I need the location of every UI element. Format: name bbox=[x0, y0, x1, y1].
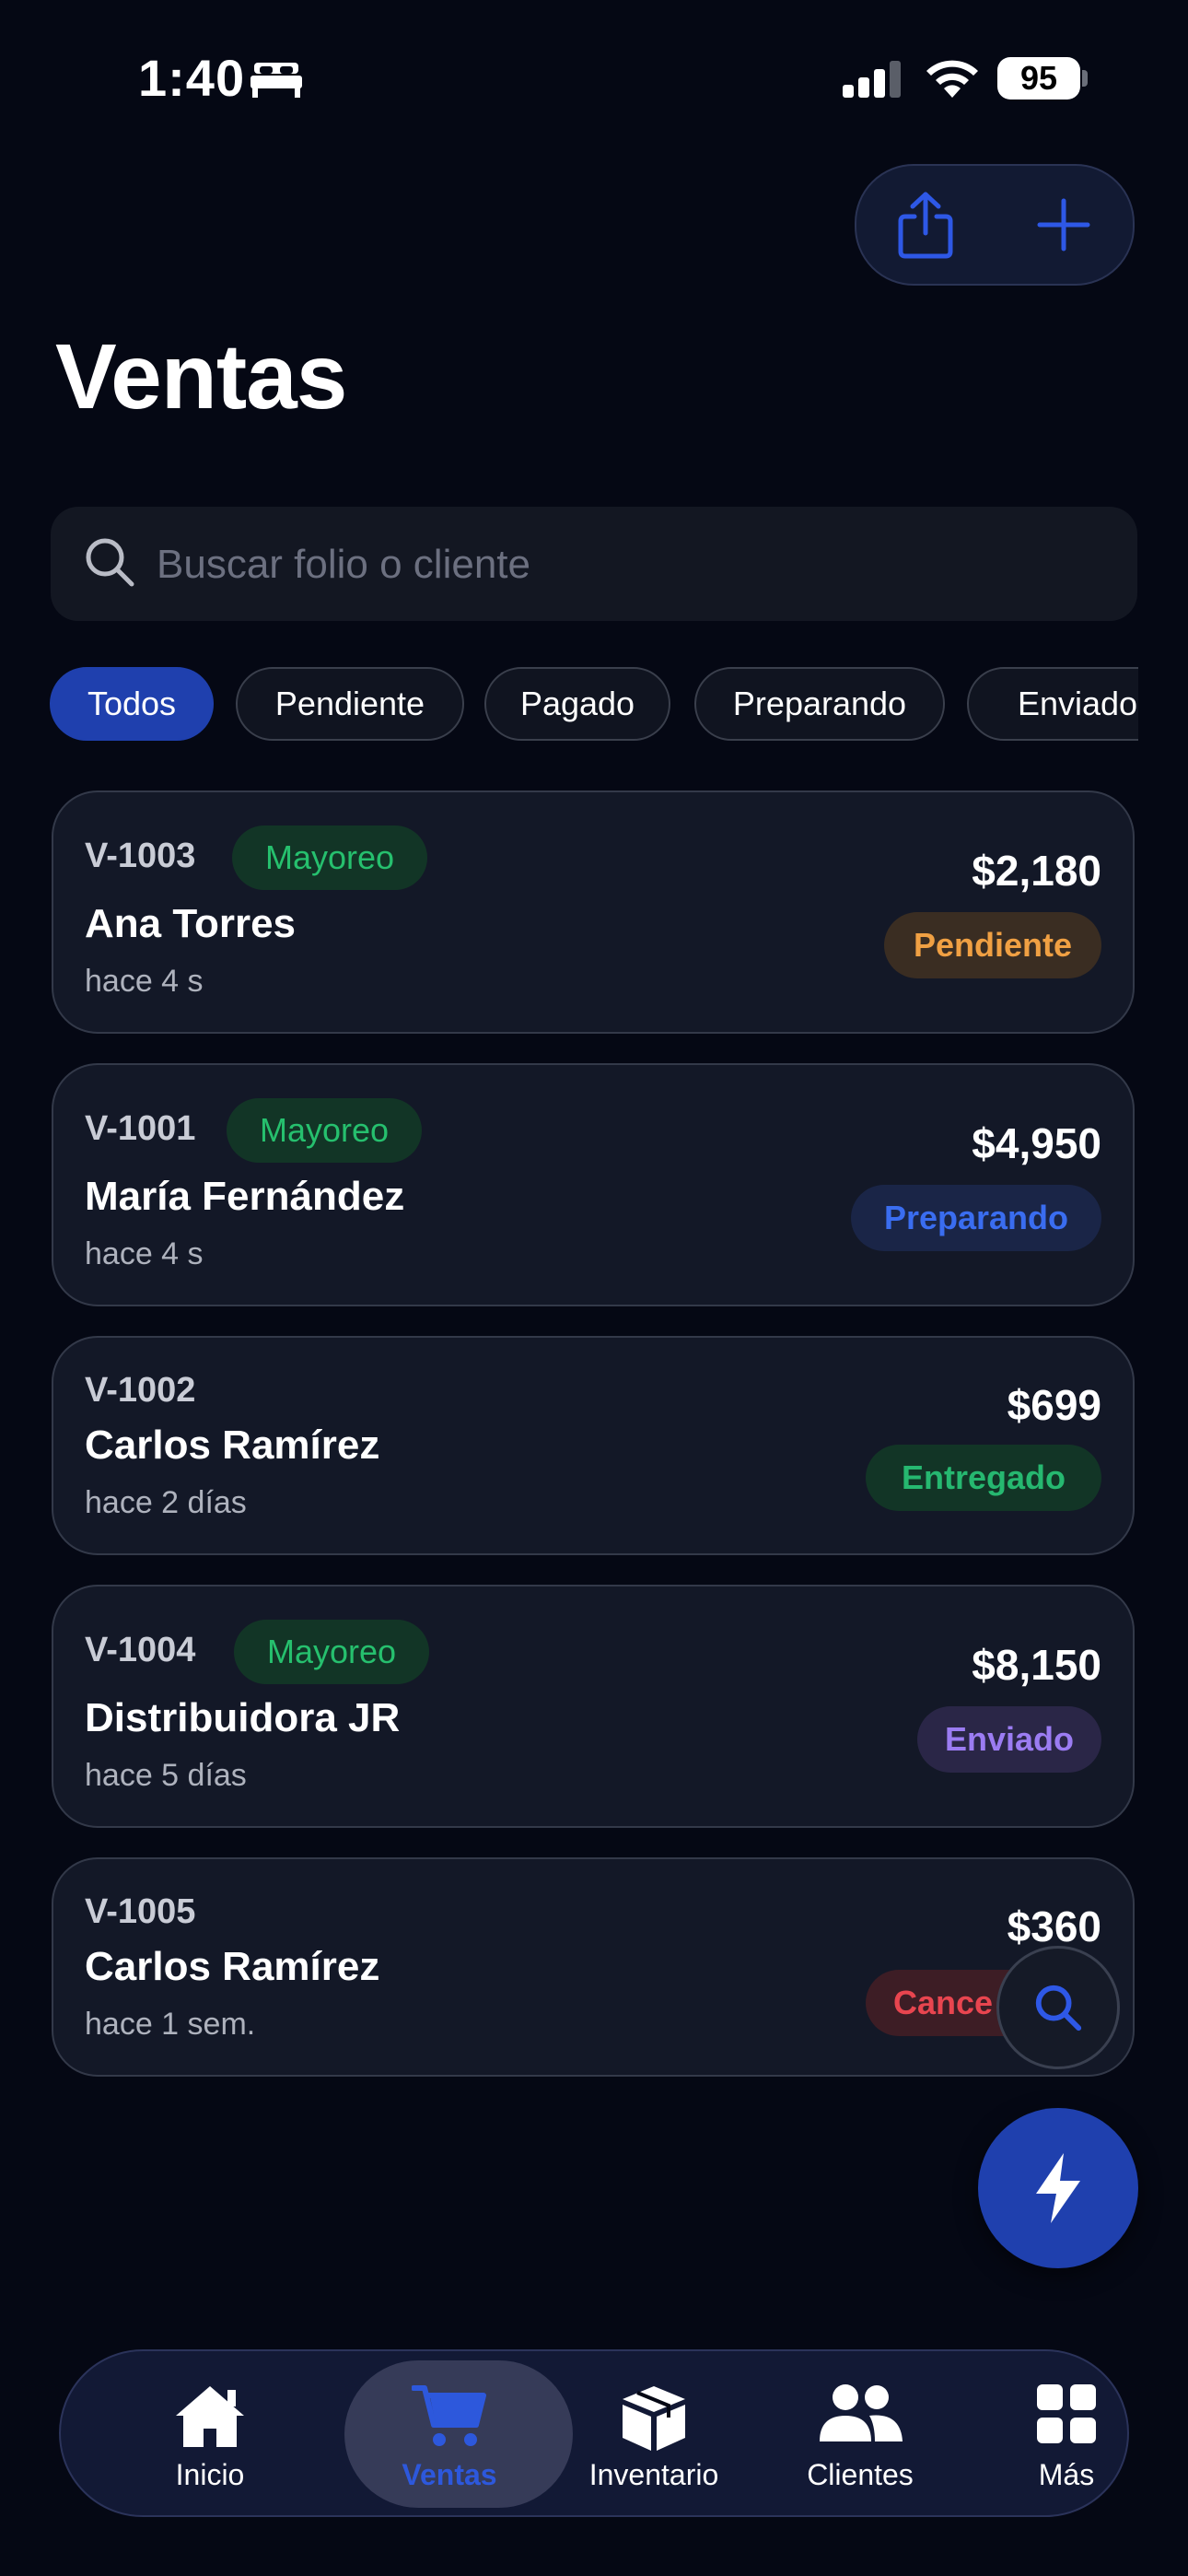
grid-icon bbox=[1037, 2384, 1096, 2443]
sale-client: María Fernández bbox=[85, 1174, 405, 1219]
sale-card[interactable]: V-1003 Mayoreo Ana Torres hace 4 s $2,18… bbox=[52, 790, 1135, 1034]
sale-amount: $699 bbox=[1007, 1381, 1101, 1429]
tab-inicio[interactable]: Inicio bbox=[107, 2351, 313, 2515]
tab-label: Más bbox=[1038, 2458, 1095, 2491]
share-button[interactable] bbox=[856, 166, 995, 284]
sale-card[interactable]: V-1004 Mayoreo Distribuidora JR hace 5 d… bbox=[52, 1585, 1135, 1828]
tab-inventario[interactable]: Inventario bbox=[551, 2351, 757, 2515]
bed-icon bbox=[250, 63, 302, 98]
bolt-icon bbox=[1036, 2153, 1080, 2223]
sale-amount: $4,950 bbox=[972, 1119, 1101, 1167]
search-icon bbox=[1035, 1985, 1082, 2032]
status-badge: Preparando bbox=[851, 1185, 1101, 1251]
status-badge: Entregado bbox=[866, 1445, 1101, 1511]
sale-amount: $8,150 bbox=[972, 1641, 1101, 1689]
mayoreo-badge: Mayoreo bbox=[232, 825, 427, 890]
sale-time: hace 4 s bbox=[85, 1236, 204, 1271]
search-bar[interactable] bbox=[51, 507, 1137, 621]
sale-client: Carlos Ramírez bbox=[85, 1423, 380, 1468]
status-time: 1:40 bbox=[138, 49, 246, 107]
tab-label: Clientes bbox=[807, 2458, 914, 2491]
share-icon bbox=[898, 192, 953, 259]
sale-client: Distribuidora JR bbox=[85, 1695, 401, 1740]
box-icon bbox=[623, 2386, 685, 2451]
status-badge: Enviado bbox=[917, 1706, 1101, 1773]
tab-label: Inicio bbox=[175, 2458, 245, 2491]
signal-icon bbox=[843, 61, 901, 98]
tab-bar: Inicio Ventas Inventario Clientes Más bbox=[59, 2349, 1129, 2517]
users-icon bbox=[820, 2384, 903, 2441]
search-input[interactable] bbox=[155, 527, 1116, 603]
filter-chip-pendiente[interactable]: Pendiente bbox=[236, 667, 464, 741]
search-icon bbox=[86, 538, 134, 587]
floating-search-button[interactable] bbox=[996, 1946, 1120, 2069]
tab-mas[interactable]: Más bbox=[963, 2351, 1170, 2515]
sale-client: Ana Torres bbox=[85, 901, 297, 946]
mayoreo-badge: Mayoreo bbox=[227, 1098, 422, 1163]
tab-label: Inventario bbox=[588, 2458, 719, 2491]
sale-folio: V-1001 bbox=[85, 1109, 196, 1148]
cart-icon bbox=[412, 2385, 486, 2446]
sale-card[interactable]: V-1001 Mayoreo María Fernández hace 4 s … bbox=[52, 1063, 1135, 1306]
sale-folio: V-1003 bbox=[85, 837, 196, 875]
tab-clientes[interactable]: Clientes bbox=[757, 2351, 963, 2515]
sale-amount: $360 bbox=[1007, 1903, 1101, 1950]
sale-time: hace 5 días bbox=[85, 1758, 247, 1793]
quick-action-button[interactable] bbox=[978, 2108, 1138, 2268]
sale-time: hace 4 s bbox=[85, 964, 204, 999]
sale-amount: $2,180 bbox=[972, 847, 1101, 895]
filter-chip-enviado[interactable]: Enviado bbox=[967, 667, 1138, 741]
header-actions bbox=[855, 164, 1135, 286]
sale-folio: V-1002 bbox=[85, 1371, 196, 1410]
status-badge: Pendiente bbox=[884, 912, 1101, 978]
home-icon bbox=[176, 2386, 244, 2447]
tab-label: Ventas bbox=[402, 2458, 497, 2491]
sale-card[interactable]: V-1005 Carlos Ramírez hace 1 sem. $360 C… bbox=[52, 1857, 1135, 2077]
page-title: Ventas bbox=[55, 325, 347, 428]
tab-ventas[interactable]: Ventas bbox=[344, 2351, 573, 2515]
filter-chips: Todos Pendiente Pagado Preparando Enviad… bbox=[50, 667, 1138, 744]
filter-chip-preparando[interactable]: Preparando bbox=[694, 667, 945, 741]
mayoreo-badge: Mayoreo bbox=[234, 1620, 429, 1684]
battery-tip bbox=[1082, 70, 1088, 87]
plus-icon bbox=[1037, 198, 1090, 252]
add-sale-button[interactable] bbox=[995, 166, 1133, 284]
sale-time: hace 1 sem. bbox=[85, 2007, 256, 2042]
sale-folio: V-1005 bbox=[85, 1892, 196, 1931]
battery-indicator: 95 bbox=[997, 57, 1080, 100]
sale-time: hace 2 días bbox=[85, 1485, 247, 1520]
filter-chip-todos[interactable]: Todos bbox=[50, 667, 214, 741]
sale-client: Carlos Ramírez bbox=[85, 1944, 380, 1989]
wifi-icon bbox=[926, 60, 978, 98]
status-bar: 1:40 95 bbox=[0, 0, 1188, 157]
sale-folio: V-1004 bbox=[85, 1631, 196, 1669]
filter-chip-pagado[interactable]: Pagado bbox=[484, 667, 670, 741]
sale-card[interactable]: V-1002 Carlos Ramírez hace 2 días $699 E… bbox=[52, 1336, 1135, 1555]
